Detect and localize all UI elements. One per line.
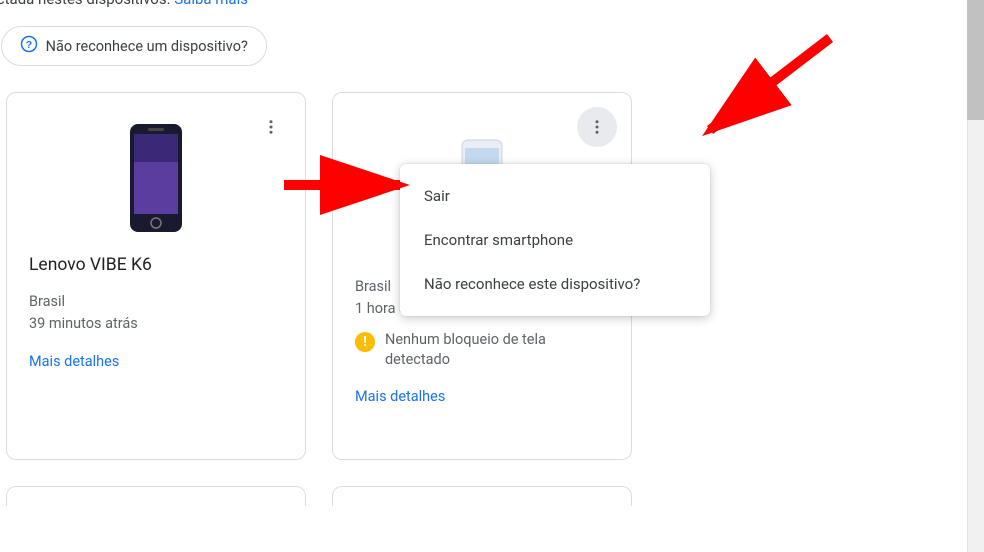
- menu-item-sign-out[interactable]: Sair: [400, 174, 710, 218]
- device-last-seen: 39 minutos atrás: [29, 313, 283, 335]
- phone-icon: [126, 122, 186, 234]
- more-details-link[interactable]: Mais detalhes: [29, 353, 283, 370]
- device-location: Brasil: [29, 291, 283, 313]
- device-warning: ! Nenhum bloqueio de tela detectado: [355, 330, 609, 371]
- intro-fragment: e está conectada nestes dispositivos.: [0, 0, 174, 8]
- intro-text: e está conectada nestes dispositivos. Sa…: [0, 0, 980, 8]
- help-icon: ?: [20, 35, 38, 57]
- warning-icon: !: [355, 332, 375, 352]
- more-options-button[interactable]: [251, 107, 291, 147]
- svg-text:?: ?: [25, 39, 31, 51]
- next-row-stubs: [0, 486, 980, 506]
- device-warning-text: Nenhum bloqueio de tela detectado: [385, 330, 609, 371]
- help-chip-row: erdido ? Não reconhece um dispositivo?: [0, 26, 980, 66]
- device-thumbnail: [29, 113, 283, 243]
- learn-more-link[interactable]: Saiba mais: [174, 0, 248, 8]
- unknown-device-chip-label: Não reconhece um dispositivo?: [46, 38, 248, 55]
- device-name: Lenovo VIBE K6: [29, 255, 283, 275]
- device-card: Lenovo VIBE K6 Brasil 39 minutos atrás M…: [6, 92, 306, 460]
- unknown-device-chip[interactable]: ? Não reconhece um dispositivo?: [1, 26, 267, 66]
- menu-item-unknown-device[interactable]: Não reconhece este dispositivo?: [400, 262, 710, 306]
- device-card-stub: [332, 486, 632, 506]
- device-card-stub: [6, 486, 306, 506]
- device-meta: Brasil 39 minutos atrás: [29, 291, 283, 335]
- more-details-link[interactable]: Mais detalhes: [355, 388, 609, 405]
- more-vert-icon: [588, 118, 606, 136]
- more-vert-icon: [262, 118, 280, 136]
- menu-item-find-phone[interactable]: Encontrar smartphone: [400, 218, 710, 262]
- vertical-scrollbar-thumb[interactable]: [967, 0, 984, 120]
- more-options-button[interactable]: [577, 107, 617, 147]
- device-options-menu: Sair Encontrar smartphone Não reconhece …: [400, 164, 710, 316]
